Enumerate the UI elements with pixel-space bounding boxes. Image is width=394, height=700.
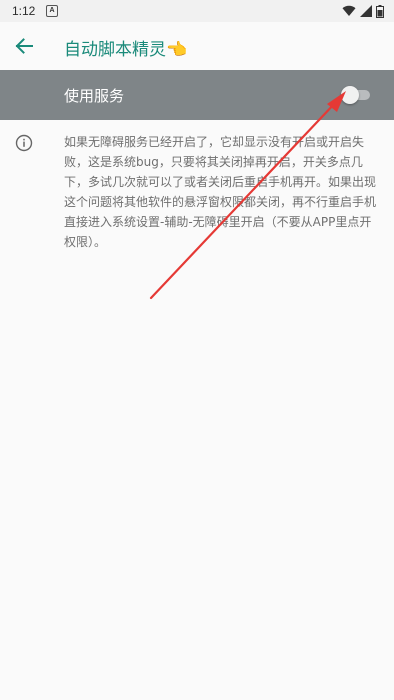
wifi-icon — [342, 5, 356, 17]
service-toggle-switch[interactable] — [341, 86, 371, 104]
switch-thumb — [341, 86, 359, 104]
battery-icon — [376, 4, 384, 18]
status-icons — [342, 4, 384, 18]
status-time: 1:12 — [12, 4, 36, 18]
notification-icon: A — [46, 5, 58, 17]
info-message: 如果无障碍服务已经开启了，它却显示没有开启或开启失败，这是系统bug，只要将其关… — [64, 135, 377, 249]
app-title: 自动脚本精灵👈 — [64, 40, 188, 60]
signal-icon — [360, 5, 372, 17]
arrow-back-icon — [15, 38, 33, 54]
status-bar: 1:12 A — [0, 0, 394, 22]
back-button[interactable] — [4, 22, 44, 70]
use-service-label: 使用服务 — [64, 87, 125, 105]
app-bar: 自动脚本精灵👈 — [0, 22, 394, 70]
info-icon — [15, 134, 33, 152]
use-service-row[interactable]: 使用服务 — [0, 70, 394, 120]
